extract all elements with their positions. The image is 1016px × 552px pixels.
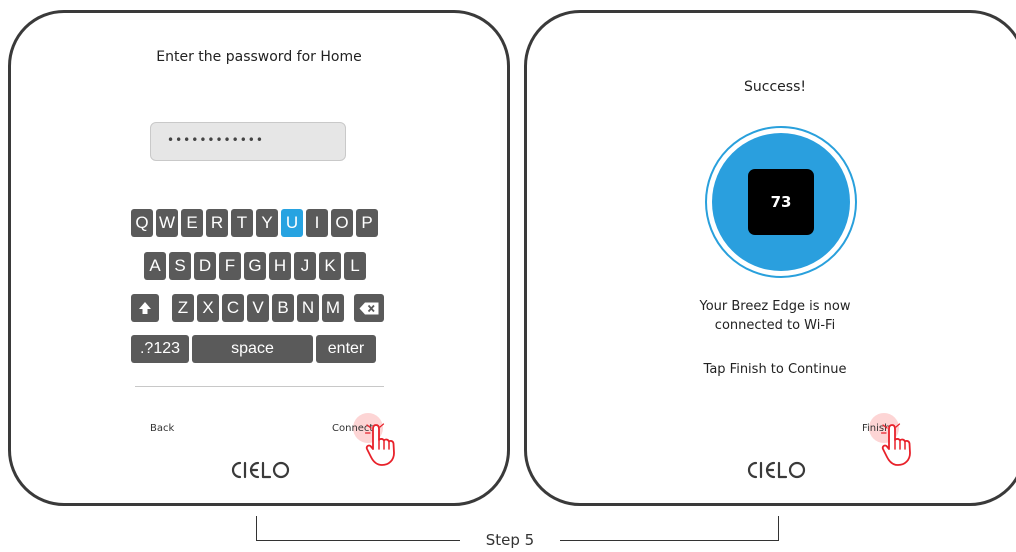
device-frame-password: Enter the password for Home ••••••••••••… xyxy=(8,10,510,506)
key-m[interactable]: M xyxy=(322,294,344,322)
key-l[interactable]: L xyxy=(344,252,366,280)
shift-key[interactable] xyxy=(131,294,159,322)
shift-arrow-icon xyxy=(139,302,151,314)
keyboard-row-3: Z X C V B N M xyxy=(131,294,384,322)
enter-key[interactable]: enter xyxy=(316,335,376,363)
key-z[interactable]: Z xyxy=(172,294,194,322)
key-c[interactable]: C xyxy=(222,294,244,322)
finish-instruction: Tap Finish to Continue xyxy=(703,362,847,377)
numeric-toggle-key[interactable]: .?123 xyxy=(131,335,189,363)
key-r[interactable]: R xyxy=(206,209,228,237)
thermostat-disc: 73 xyxy=(712,133,850,271)
key-f[interactable]: F xyxy=(219,252,241,280)
thermostat-display: 73 xyxy=(748,169,814,235)
success-title: Success! xyxy=(744,79,806,95)
key-b[interactable]: B xyxy=(272,294,294,322)
key-y[interactable]: Y xyxy=(256,209,278,237)
key-x[interactable]: X xyxy=(197,294,219,322)
password-input[interactable]: •••••••••••• xyxy=(150,122,346,161)
key-v[interactable]: V xyxy=(247,294,269,322)
key-p[interactable]: P xyxy=(356,209,378,237)
key-o[interactable]: O xyxy=(331,209,353,237)
keyboard-row-1: Q W E R T Y U I O P xyxy=(131,209,378,237)
key-e[interactable]: E xyxy=(181,209,203,237)
keyboard-row-2: A S D F G H J K L xyxy=(144,252,366,280)
key-n[interactable]: N xyxy=(297,294,319,322)
device-frame-success: Success! 73 Your Breez Edge is now conne… xyxy=(524,10,1016,506)
key-t[interactable]: T xyxy=(231,209,253,237)
key-j[interactable]: J xyxy=(294,252,316,280)
key-u[interactable]: U xyxy=(281,209,303,237)
key-s[interactable]: S xyxy=(169,252,191,280)
key-d[interactable]: D xyxy=(194,252,216,280)
connection-message: Your Breez Edge is now connected to Wi-F… xyxy=(527,297,1016,335)
back-button[interactable]: Back xyxy=(150,423,174,434)
cielo-logo xyxy=(11,459,507,481)
connection-message-line-1: Your Breez Edge is now xyxy=(699,299,851,314)
space-key[interactable]: space xyxy=(192,335,313,363)
backspace-key[interactable] xyxy=(354,294,384,322)
key-k[interactable]: K xyxy=(319,252,341,280)
password-title: Enter the password for Home xyxy=(156,49,362,65)
backspace-icon xyxy=(359,302,379,314)
key-a[interactable]: A xyxy=(144,252,166,280)
key-i[interactable]: I xyxy=(306,209,328,237)
step-label: Step 5 xyxy=(460,531,560,549)
connection-message-line-2: connected to Wi-Fi xyxy=(714,318,836,333)
keyboard-row-4: .?123 space enter xyxy=(131,335,376,363)
key-q[interactable]: Q xyxy=(131,209,153,237)
thermostat-ring: 73 xyxy=(705,126,857,278)
key-h[interactable]: H xyxy=(269,252,291,280)
keyboard-divider xyxy=(135,386,384,387)
cielo-logo xyxy=(527,459,1016,481)
key-w[interactable]: W xyxy=(156,209,178,237)
key-g[interactable]: G xyxy=(244,252,266,280)
